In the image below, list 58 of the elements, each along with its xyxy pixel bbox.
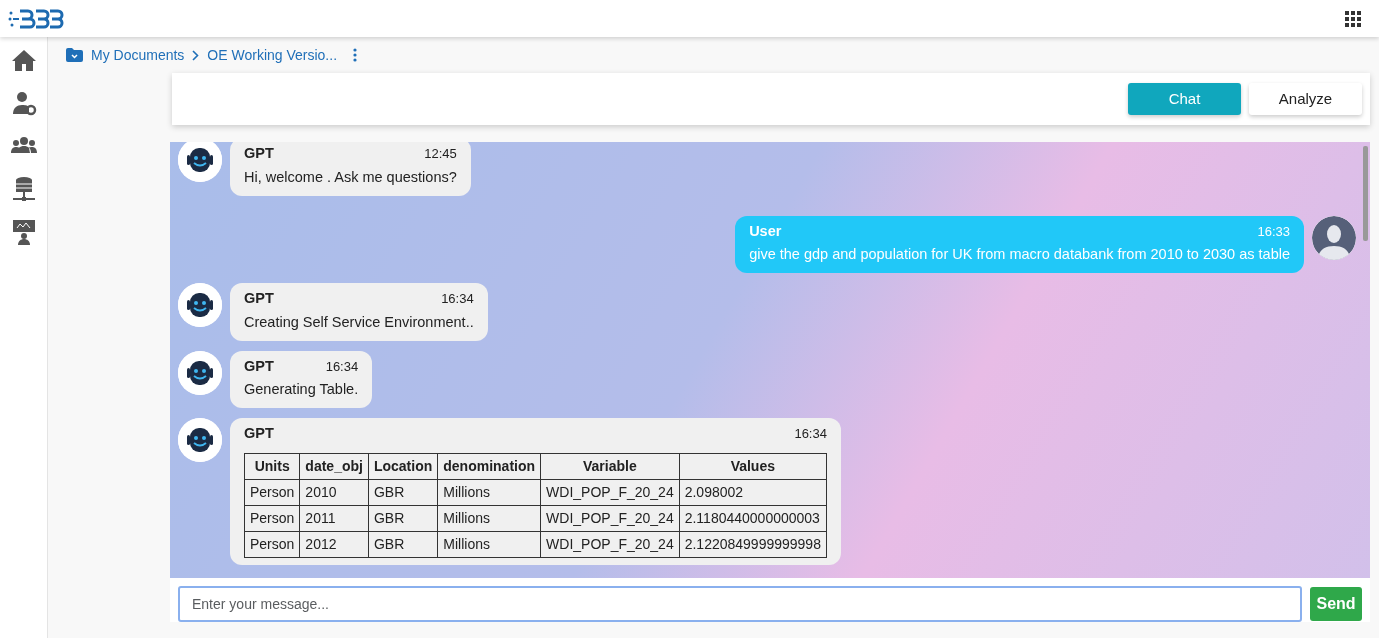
message-time: 16:34 bbox=[441, 290, 474, 308]
bot-avatar bbox=[178, 142, 222, 182]
table-cell: Person bbox=[244, 531, 300, 558]
table-cell: WDI_POP_F_20_24 bbox=[540, 531, 680, 558]
bot-avatar bbox=[178, 418, 222, 462]
chevron-right-icon bbox=[192, 49, 200, 61]
message-text: Generating Table. bbox=[244, 380, 359, 400]
table-cell: 2.098002 bbox=[679, 479, 827, 506]
table-cell: Person bbox=[244, 505, 300, 532]
table-cell: Person bbox=[244, 479, 300, 506]
folder-icon bbox=[66, 48, 83, 62]
message-input[interactable]: Enter your message... bbox=[178, 586, 1303, 622]
sender-name: GPT bbox=[244, 144, 274, 163]
table-cell: GBR bbox=[368, 479, 438, 506]
table-cell: WDI_POP_F_20_24 bbox=[540, 505, 680, 532]
scrollbar[interactable] bbox=[1363, 146, 1368, 241]
bot-avatar bbox=[178, 283, 222, 327]
message-text: Hi, welcome . Ask me questions? bbox=[244, 167, 457, 187]
column-header: Values bbox=[679, 453, 827, 480]
sender-name: GPT bbox=[244, 289, 274, 308]
message-time: 16:34 bbox=[325, 357, 359, 376]
table-cell: GBR bbox=[368, 531, 438, 558]
presenter-icon[interactable] bbox=[10, 219, 37, 245]
user-gear-icon[interactable] bbox=[10, 90, 37, 116]
mode-tab[interactable]: Analyze bbox=[1249, 83, 1362, 115]
table-cell: 2.1220849999999998 bbox=[679, 531, 827, 558]
user-avatar bbox=[1312, 215, 1356, 260]
message-time: 16:34 bbox=[794, 425, 827, 443]
column-header: Units bbox=[244, 453, 300, 480]
table-cell: GBR bbox=[368, 505, 438, 532]
column-header: date_obj bbox=[299, 453, 369, 480]
table-cell: 2.1180440000000003 bbox=[679, 505, 827, 532]
message-text: give the gdp and population for UK from macro databank from 2010 to 2030 as table bbox=[749, 245, 1290, 265]
column-header: Location bbox=[368, 453, 438, 480]
bot-avatar bbox=[178, 350, 222, 395]
message-time: 16:33 bbox=[1257, 222, 1290, 241]
sender-name: User bbox=[749, 221, 782, 241]
breadcrumb-link[interactable]: My Documents bbox=[91, 44, 185, 66]
sender-name: GPT bbox=[244, 424, 274, 443]
more-options-icon[interactable] bbox=[353, 48, 358, 62]
column-header: Variable bbox=[540, 453, 680, 480]
breadcrumb-link[interactable]: OE Working Versio... bbox=[207, 44, 338, 66]
mode-tab[interactable]: Chat bbox=[1128, 83, 1241, 115]
send-button[interactable]: Send bbox=[1310, 587, 1362, 621]
table-cell: Millions bbox=[437, 505, 541, 532]
message-time: 12:45 bbox=[424, 145, 457, 163]
column-header: denomination bbox=[437, 453, 541, 480]
home-icon[interactable] bbox=[10, 47, 37, 73]
sender-name: GPT bbox=[244, 356, 274, 376]
table-cell: Millions bbox=[437, 531, 541, 558]
table-cell: 2010 bbox=[299, 479, 369, 506]
table-cell: Millions bbox=[437, 479, 541, 506]
app-grid-icon[interactable] bbox=[1345, 10, 1361, 27]
message-text: Creating Self Service Environment.. bbox=[244, 312, 474, 332]
database-network-icon[interactable] bbox=[10, 176, 37, 202]
table-cell: 2011 bbox=[299, 505, 369, 532]
table-cell: WDI_POP_F_20_24 bbox=[540, 479, 680, 506]
table-cell: 2012 bbox=[299, 531, 369, 558]
